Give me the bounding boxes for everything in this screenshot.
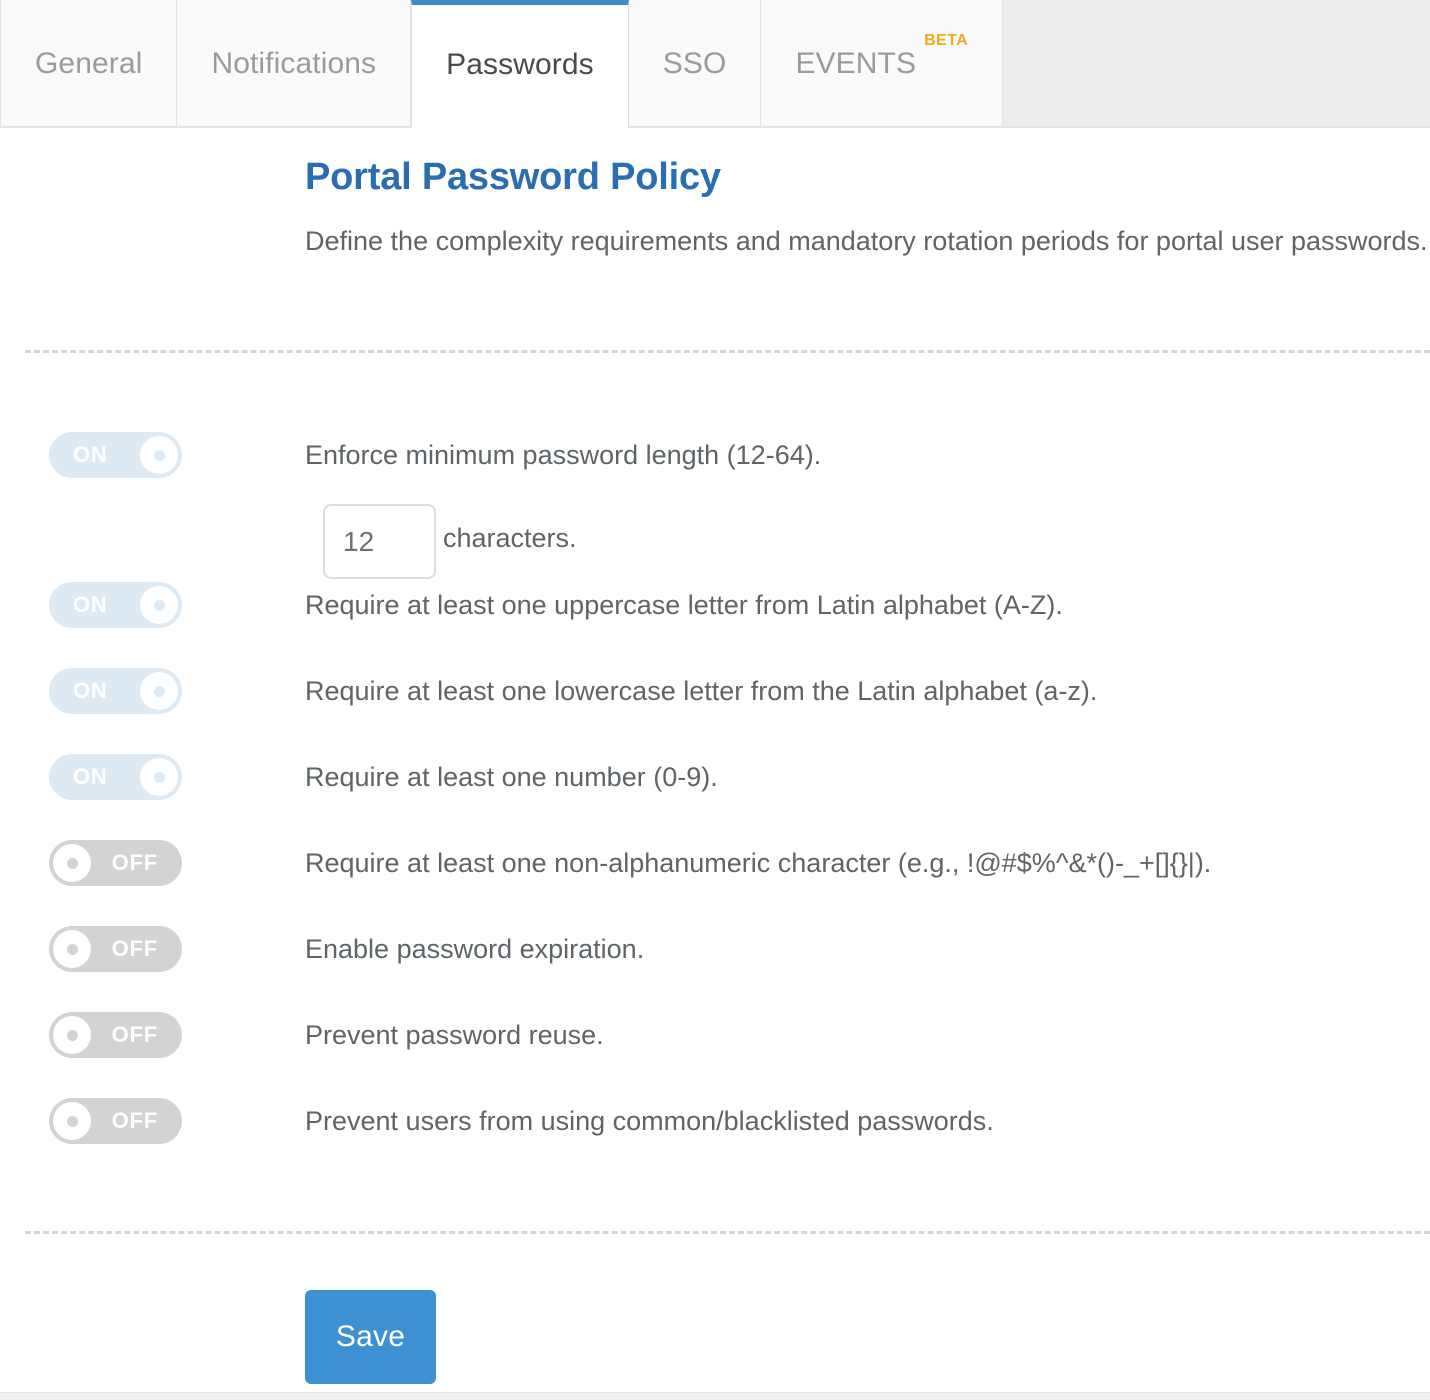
policy-row-label: Require at least one number (0-9). (305, 759, 718, 795)
toggle-knob-icon (140, 758, 178, 796)
settings-page: General Notifications Passwords SSO EVENTS BE… (0, 0, 1430, 1400)
toggle-knob-dot-icon (154, 600, 165, 611)
toggle-switch[interactable]: OFF (49, 840, 182, 886)
save-button[interactable]: Save (305, 1290, 436, 1384)
tab-label: SSO (663, 47, 727, 81)
toggle-switch[interactable]: OFF (49, 1098, 182, 1144)
policy-row: OFF Prevent password reuse. (0, 1012, 1430, 1072)
toggle-knob-icon (140, 436, 178, 474)
min-length-unit-label: characters. (443, 523, 577, 554)
toggle-state-label: OFF (112, 850, 158, 876)
beta-badge: BETA (924, 32, 968, 50)
policy-row-label: Prevent users from using common/blacklis… (305, 1103, 994, 1139)
toggle-switch[interactable]: ON (49, 668, 182, 714)
policy-row-label: Enforce minimum password length (12-64). (305, 437, 821, 473)
toggle-state-label: OFF (112, 936, 158, 962)
toggle-knob-dot-icon (154, 772, 165, 783)
tab-label: Passwords (446, 48, 594, 82)
toggle-switch[interactable]: ON (49, 582, 182, 628)
policy-row-label: Require at least one uppercase letter fr… (305, 587, 1063, 623)
divider-top (25, 350, 1430, 353)
policy-row: OFF Enable password expiration. (0, 926, 1430, 986)
toggle-state-label: OFF (112, 1108, 158, 1134)
toggle-knob-dot-icon (67, 1030, 78, 1041)
page-description: Define the complexity requirements and m… (305, 221, 1430, 261)
policy-row: ON Require at least one lowercase letter … (0, 668, 1430, 728)
policy-row-label: Require at least one lowercase letter fr… (305, 673, 1097, 709)
toggle-knob-icon (140, 586, 178, 624)
toggle-state-label: OFF (112, 1022, 158, 1048)
toggle-switch[interactable]: ON (49, 754, 182, 800)
toggle-knob-dot-icon (154, 450, 165, 461)
policy-row: ON Enforce minimum password length (12-64… (0, 432, 1430, 492)
policy-row-label: Require at least one non-alphanumeric ch… (305, 845, 1211, 881)
toggle-state-label: ON (73, 592, 108, 618)
toggle-knob-icon (53, 1016, 91, 1054)
policy-row: OFF Require at least one non-alphanumeric… (0, 840, 1430, 900)
tab-notifications[interactable]: Notifications (177, 0, 411, 128)
settings-tabbar: General Notifications Passwords SSO EVENTS BE… (0, 0, 1430, 128)
policy-row-label: Enable password expiration. (305, 931, 644, 967)
policy-row: ON Require at least one uppercase letter … (0, 582, 1430, 642)
toggle-knob-icon (53, 844, 91, 882)
toggle-knob-icon (53, 1102, 91, 1140)
policy-row-label: Prevent password reuse. (305, 1017, 604, 1053)
toggle-state-label: ON (73, 678, 108, 704)
passwords-panel: Portal Password Policy Define the comple… (0, 128, 1430, 1400)
tabbar-filler (1003, 0, 1430, 128)
tab-label: EVENTS (795, 47, 916, 81)
tab-sso[interactable]: SSO (629, 0, 762, 128)
divider-bottom (25, 1231, 1430, 1234)
toggle-state-label: ON (73, 442, 108, 468)
tab-general[interactable]: General (0, 0, 177, 128)
toggle-switch[interactable]: OFF (49, 926, 182, 972)
tab-passwords[interactable]: Passwords (411, 0, 629, 128)
min-length-row: characters. (0, 504, 1430, 564)
toggle-knob-dot-icon (67, 944, 78, 955)
toggle-knob-icon (53, 930, 91, 968)
toggle-switch[interactable]: OFF (49, 1012, 182, 1058)
tab-strip: General Notifications Passwords SSO EVENTS BE… (0, 0, 1003, 128)
policy-row: OFF Prevent users from using common/black… (0, 1098, 1430, 1158)
toggle-switch[interactable]: ON (49, 432, 182, 478)
min-length-input[interactable] (323, 504, 436, 579)
page-bottom-strip (0, 1392, 1430, 1400)
page-title: Portal Password Policy (305, 156, 721, 199)
policy-row: ON Require at least one number (0-9). (0, 754, 1430, 814)
tab-label: General (35, 47, 142, 81)
toggle-knob-icon (140, 672, 178, 710)
toggle-state-label: ON (73, 764, 108, 790)
toggle-knob-dot-icon (154, 686, 165, 697)
toggle-knob-dot-icon (67, 858, 78, 869)
toggle-knob-dot-icon (67, 1116, 78, 1127)
tab-events[interactable]: EVENTS BETA (761, 0, 1003, 128)
tab-label: Notifications (211, 47, 376, 81)
